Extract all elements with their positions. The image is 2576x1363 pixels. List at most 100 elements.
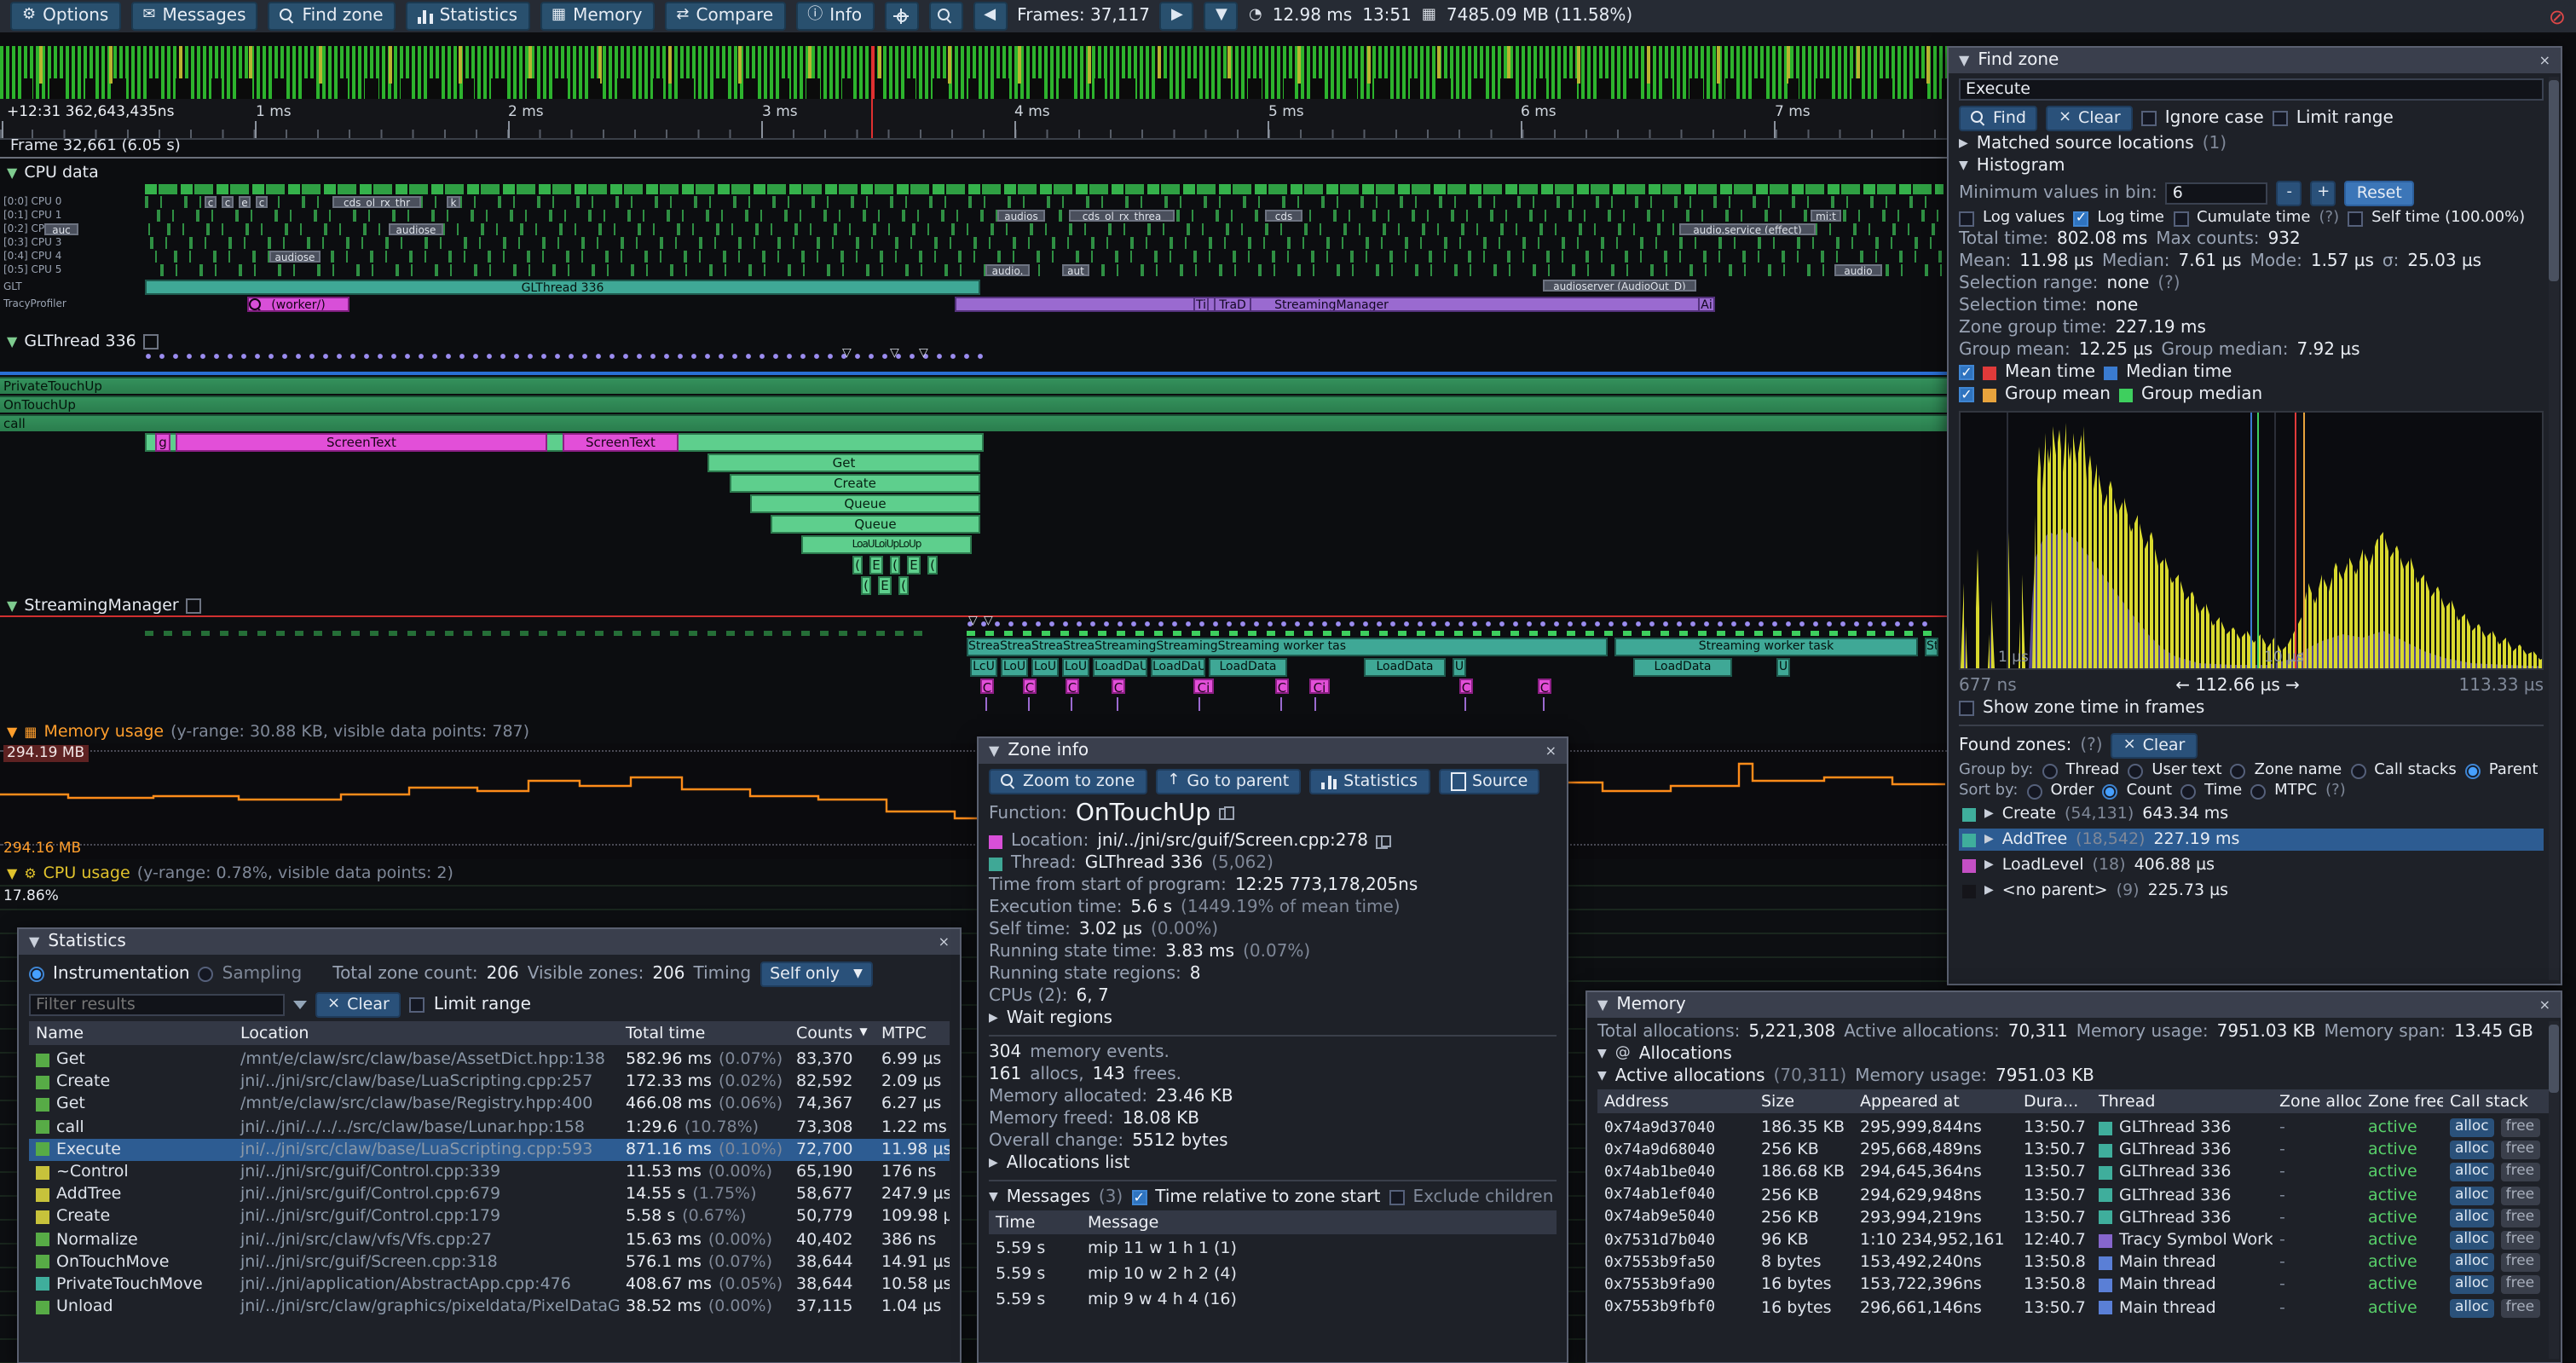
memory-scrollbar[interactable] xyxy=(2549,1021,2559,1359)
column-header[interactable]: Zone free xyxy=(2361,1092,2443,1111)
zone-c[interactable]: C xyxy=(980,679,994,694)
wait-regions-toggle[interactable]: Wait regions xyxy=(989,1009,1557,1028)
memory-usage-graph[interactable]: 294.19 MB 294.16 MB xyxy=(0,743,1947,859)
column-header[interactable]: Name xyxy=(29,1024,234,1042)
glthread-header[interactable]: GLThread 336 xyxy=(7,332,159,351)
alloc-callstack-button[interactable]: alloc xyxy=(2450,1209,2494,1227)
sampling-radio[interactable] xyxy=(199,966,214,981)
collapse-icon[interactable] xyxy=(1597,998,1608,1012)
allocation-row[interactable]: 0x74ab9e5040 256 KB 293,994,219ns 13:50.… xyxy=(1597,1207,2550,1229)
reset-button[interactable]: Reset xyxy=(2345,180,2414,205)
zone-tiny[interactable]: ( xyxy=(861,576,871,595)
cpu-row[interactable] xyxy=(145,237,1944,249)
allocations-list-toggle[interactable]: Allocations list xyxy=(989,1154,1557,1173)
copy-icon[interactable] xyxy=(1377,835,1390,848)
find-zone-input[interactable] xyxy=(1959,78,2544,101)
go-to-parent-button[interactable]: Go to parent xyxy=(1155,769,1301,794)
ignore-case-checkbox[interactable] xyxy=(2141,110,2157,125)
message-row[interactable]: 5.59 s mip 11 w 1 h 1 (1) xyxy=(989,1238,1557,1260)
zone-screentext[interactable]: ScreenText xyxy=(563,433,679,452)
zone-loaddata[interactable]: U xyxy=(1453,658,1466,677)
found-zone-group[interactable]: Create (54,131) 643.34 ms xyxy=(1959,803,2544,825)
statistics-row[interactable]: Unload jni/../jni/src/claw/graphics/pixe… xyxy=(29,1296,950,1318)
time-ruler[interactable]: +12:31 362,643,435ns 1 ms 2 ms 3 ms 4 ms… xyxy=(0,99,1947,140)
zone-tiny[interactable]: ( xyxy=(890,556,900,575)
timing-select[interactable]: Self only xyxy=(760,961,873,986)
collapse-icon[interactable] xyxy=(29,935,39,949)
matched-locations-toggle[interactable]: Matched source locations(1) xyxy=(1959,135,2544,153)
statistics-row[interactable]: OnTouchMove jni/../jni/src/guif/Screen.c… xyxy=(29,1250,950,1273)
free-callstack-button[interactable]: free xyxy=(2501,1186,2540,1204)
free-callstack-button[interactable]: free xyxy=(2501,1298,2540,1317)
frame-menu-button[interactable] xyxy=(1204,2,1239,31)
cpu-zone-glthread[interactable]: GLThread 336 xyxy=(145,280,980,295)
scrollbar-thumb[interactable] xyxy=(2549,80,2559,281)
free-callstack-button[interactable]: free xyxy=(2501,1164,2540,1182)
tools-button[interactable] xyxy=(884,2,918,31)
source-button[interactable]: Source xyxy=(1438,769,1539,794)
zone-tiny[interactable]: ( xyxy=(898,576,909,595)
cpu-zone-streamingmanager[interactable]: StreamingManager xyxy=(955,297,1708,312)
allocation-row[interactable]: 0x7553b9fa50 8 bytes 153,492,240ns 13:50… xyxy=(1597,1251,2550,1273)
column-header[interactable]: Dura... xyxy=(2017,1092,2092,1111)
statistics-row[interactable]: ~Control jni/../jni/src/guif/Control.cpp… xyxy=(29,1161,950,1183)
cumulate-time-checkbox[interactable] xyxy=(2173,211,2188,226)
cpu-row[interactable] xyxy=(145,251,1944,263)
zone-loaddata[interactable]: LoU xyxy=(1031,658,1059,677)
zone-loaddata[interactable]: LoadDaU xyxy=(1151,658,1205,677)
cpu-zone[interactable]: audiose xyxy=(269,251,321,263)
alloc-callstack-button[interactable]: alloc xyxy=(2450,1298,2494,1317)
compare-button[interactable]: Compare xyxy=(664,2,785,31)
alloc-callstack-button[interactable]: alloc xyxy=(2450,1118,2494,1137)
allocations-section-toggle[interactable]: Allocations xyxy=(1597,1045,2550,1064)
find-zone-titlebar[interactable]: Find zone xyxy=(1949,48,2561,73)
column-header[interactable]: Zone alloc xyxy=(2273,1092,2361,1111)
sort-by-order-radio[interactable] xyxy=(2026,783,2042,799)
cpu-zone[interactable]: audios xyxy=(997,210,1045,222)
zone-loaddata[interactable]: LoadDaU xyxy=(1093,658,1147,677)
cpu-zone[interactable]: TraD xyxy=(1214,297,1251,312)
column-header[interactable]: Size xyxy=(1754,1092,1853,1111)
zone-statistics-button[interactable]: Statistics xyxy=(1309,769,1430,794)
cpu-zone[interactable]: Ti xyxy=(1193,297,1209,312)
cpu-zone[interactable]: Ai xyxy=(1698,297,1715,312)
ghost-icon[interactable] xyxy=(143,334,159,349)
cpu-zone[interactable]: e xyxy=(239,196,251,208)
statistics-row[interactable]: Execute jni/../jni/src/claw/base/LuaScri… xyxy=(29,1139,950,1161)
ghost-icon[interactable] xyxy=(186,598,201,614)
collapse-icon[interactable] xyxy=(989,744,999,758)
statistics-row[interactable]: Get /mnt/e/claw/src/claw/base/AssetDict.… xyxy=(29,1048,950,1071)
instrumentation-radio[interactable] xyxy=(29,966,44,981)
zone-c[interactable]: C xyxy=(1459,679,1473,694)
group-mean-checkbox[interactable] xyxy=(1959,387,1974,402)
min-bin-input[interactable] xyxy=(2166,182,2268,204)
allocation-row[interactable]: 0x74ab1ef040 256 KB 294,629,948ns 13:50.… xyxy=(1597,1184,2550,1206)
column-header[interactable]: MTPC xyxy=(875,1024,950,1042)
filter-icon[interactable] xyxy=(293,1000,307,1008)
sort-by-count-radio[interactable] xyxy=(2103,783,2118,799)
find-zone-button[interactable]: Find zone xyxy=(269,2,396,31)
cpu-activity-strip[interactable] xyxy=(145,184,1944,194)
close-icon[interactable] xyxy=(2539,54,2550,67)
time-relative-checkbox[interactable] xyxy=(1131,1190,1146,1205)
messages-button[interactable]: Messages xyxy=(130,2,257,31)
limit-range-checkbox[interactable] xyxy=(410,996,425,1012)
cpu-zone[interactable]: c xyxy=(256,196,268,208)
cpu-zone[interactable]: mi:t xyxy=(1811,210,1841,222)
column-header[interactable]: Thread xyxy=(2092,1092,2273,1111)
zone-c[interactable]: C xyxy=(1275,679,1289,694)
allocation-row[interactable]: 0x7553b9fbf0 16 bytes 296,661,146ns 13:5… xyxy=(1597,1297,2550,1319)
zone-streaming-workers[interactable]: StreaStreaStreaStreaStreamingStreamingSt… xyxy=(967,638,1608,656)
cpu-zone[interactable]: aut xyxy=(1062,264,1089,276)
cpu-zone[interactable]: audio. xyxy=(985,264,1030,276)
alloc-callstack-button[interactable]: alloc xyxy=(2450,1164,2494,1182)
clear-button[interactable]: Clear xyxy=(2047,105,2133,130)
memory-titlebar[interactable]: Memory xyxy=(1587,992,2561,1018)
bin-minus-button[interactable] xyxy=(2277,180,2302,205)
zone-streaming-worker-task[interactable]: Streaming worker task xyxy=(1614,638,1918,656)
statistics-row[interactable]: Normalize jni/../jni/src/claw/vfs/Vfs.cp… xyxy=(29,1228,950,1250)
found-zone-group[interactable]: AddTree (18,542) 227.19 ms xyxy=(1959,829,2544,851)
found-zone-group[interactable]: LoadLevel (18) 406.88 µs xyxy=(1959,854,2544,876)
zone-queue[interactable]: Queue xyxy=(750,494,980,513)
zone-screentext[interactable]: ScreenText xyxy=(176,433,547,452)
